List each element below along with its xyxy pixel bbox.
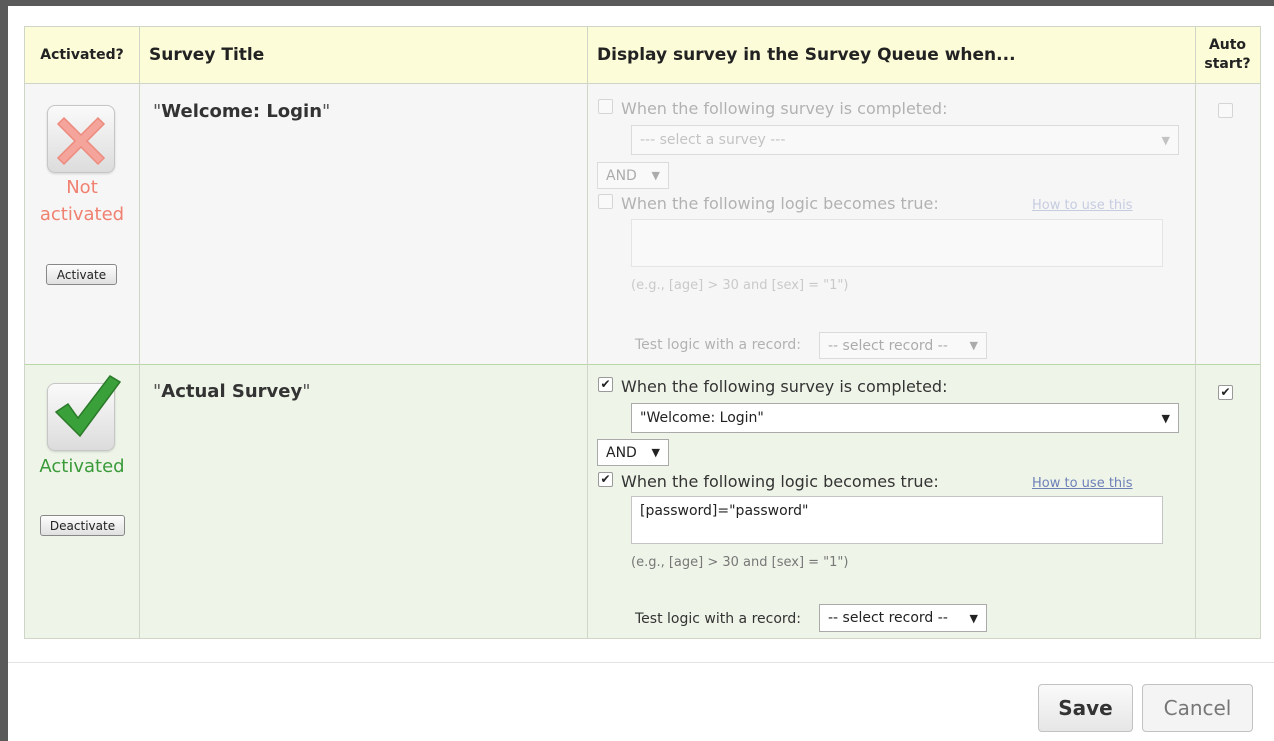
caret-down-icon: ▼ [1161, 133, 1170, 147]
survey-complete-checkbox[interactable]: ✔ [598, 377, 613, 392]
how-to-use-link[interactable]: How to use this [1032, 198, 1133, 213]
survey-queue-table: Activated? Survey Title Display survey i… [24, 26, 1261, 639]
survey-complete-checkbox[interactable] [598, 99, 613, 114]
logic-label: When the following logic becomes true: [621, 472, 939, 491]
survey-title-welcome: "Welcome: Login" [153, 101, 331, 122]
caret-down-icon: ▼ [651, 169, 660, 182]
save-button[interactable]: Save [1038, 684, 1133, 732]
header-survey-title: Survey Title [139, 27, 587, 84]
test-logic-label: Test logic with a record: [635, 611, 802, 627]
record-select-value: -- select record -- [828, 610, 948, 626]
record-select[interactable]: -- select record -- ▼ [819, 604, 987, 632]
caret-down-icon: ▼ [969, 611, 978, 625]
header-activated-label: Activated? [40, 47, 124, 63]
and-select-value: AND [606, 444, 637, 461]
header-auto-line1: Auto [1208, 37, 1247, 53]
activate-button-label: Activate [56, 267, 107, 282]
and-select-value: AND [606, 167, 637, 184]
header-activated: Activated? [25, 27, 139, 84]
logic-label: When the following logic becomes true: [621, 194, 939, 213]
caret-down-icon: ▼ [651, 446, 660, 459]
status-line2: activated [39, 204, 125, 225]
caret-down-icon: ▼ [1161, 411, 1170, 425]
auto-start-checkbox[interactable] [1218, 103, 1233, 118]
record-select[interactable]: -- select record -- ▼ [819, 332, 987, 359]
survey-select[interactable]: "Welcome: Login" ▼ [631, 403, 1179, 433]
auto-start-checkbox[interactable]: ✔ [1218, 385, 1233, 400]
activate-button[interactable]: Activate [46, 264, 117, 285]
cancel-button-label: Cancel [1163, 696, 1232, 720]
and-select[interactable]: AND ▼ [597, 439, 669, 466]
logic-example: (e.g., [age] > 30 and [sex] = "1") [631, 278, 849, 293]
survey-title-actual: "Actual Survey" [153, 381, 311, 402]
green-check-icon [54, 375, 122, 438]
footer-divider [8, 662, 1274, 663]
logic-textarea[interactable]: [password]="password" [631, 496, 1163, 544]
survey-complete-label: When the following survey is completed: [621, 377, 948, 396]
header-display-label: Display survey in the Survey Queue when.… [597, 45, 1016, 65]
status-activated: Activated [39, 456, 125, 477]
and-select[interactable]: AND ▼ [597, 162, 669, 189]
not-activated-icon-box [47, 105, 115, 173]
activated-icon-box [47, 375, 122, 451]
deactivate-button[interactable]: Deactivate [40, 515, 125, 536]
logic-checkbox[interactable]: ✔ [598, 472, 613, 487]
logic-textarea[interactable] [631, 219, 1163, 267]
survey-title-text: Welcome: Login [161, 101, 323, 122]
survey-complete-label: When the following survey is completed: [621, 99, 948, 118]
caret-down-icon: ▼ [969, 339, 978, 352]
red-x-icon [56, 116, 106, 166]
status-not-activated: Not activated [25, 174, 139, 228]
test-logic-label: Test logic with a record: [635, 337, 802, 353]
deactivate-button-label: Deactivate [49, 518, 116, 533]
how-to-use-link[interactable]: How to use this [1032, 476, 1133, 491]
header-display-when: Display survey in the Survey Queue when.… [587, 27, 1195, 84]
logic-checkbox[interactable] [598, 194, 613, 209]
header-auto-line2: start? [1204, 56, 1251, 72]
logic-example: (e.g., [age] > 30 and [sex] = "1") [631, 555, 849, 570]
cancel-button[interactable]: Cancel [1142, 684, 1253, 732]
record-select-value: -- select record -- [828, 337, 948, 354]
header-auto-start: Auto start? [1195, 27, 1260, 84]
survey-queue-dialog: Activated? Survey Title Display survey i… [8, 6, 1274, 741]
header-title-label: Survey Title [149, 45, 265, 65]
status-line1: Not [66, 177, 98, 198]
survey-select[interactable]: --- select a survey --- ▼ [631, 125, 1179, 155]
save-button-label: Save [1058, 696, 1113, 720]
survey-title-text: Actual Survey [161, 381, 303, 402]
survey-select-value: --- select a survey --- [640, 132, 786, 148]
survey-select-value: "Welcome: Login" [640, 410, 764, 426]
